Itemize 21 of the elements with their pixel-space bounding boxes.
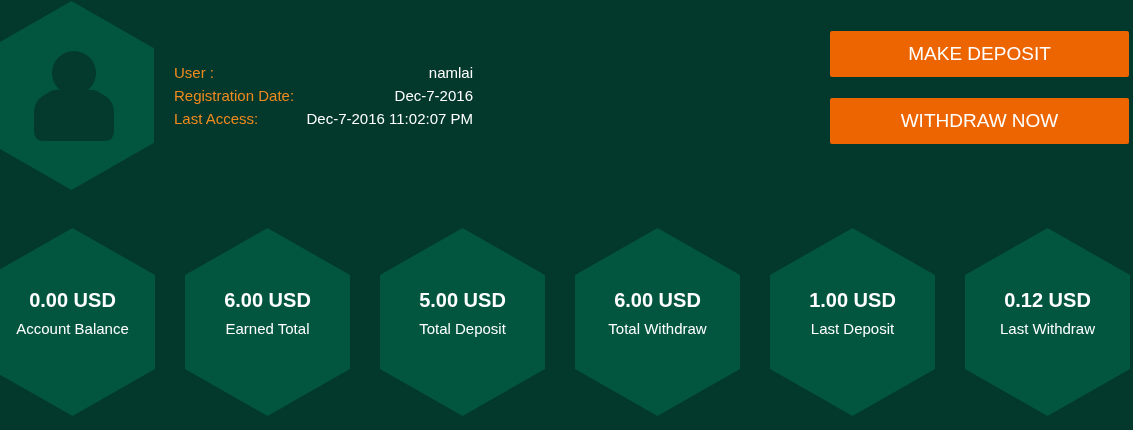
field-label: Registration Date: — [174, 86, 291, 106]
stat-label: Total Deposit — [419, 319, 506, 339]
stat-value: 1.00 USD — [809, 288, 896, 312]
field-label: Last Access: — [174, 109, 260, 129]
action-button[interactable]: MAKE DEPOSIT — [830, 31, 1129, 77]
field-value: Dec-7-2016 11:02:07 PM — [305, 109, 473, 129]
stat-value: 5.00 USD — [419, 288, 506, 312]
stat-label: Total Withdraw — [608, 319, 707, 339]
field-value: namlai — [427, 63, 473, 83]
stat-label: Last Withdraw — [999, 319, 1095, 339]
user-icon — [31, 50, 116, 143]
stat-label: Earned Total — [225, 319, 310, 339]
action-button[interactable]: WITHDRAW NOW — [830, 98, 1129, 144]
stat-value: 0.00 USD — [29, 288, 116, 312]
field-label: User : — [174, 63, 215, 83]
stat-value: 0.12 USD — [1004, 288, 1091, 312]
field-value: Dec-7-2016 — [393, 86, 473, 106]
stat-label: Last Deposit — [810, 319, 895, 339]
stat-label: Account Balance — [16, 319, 129, 339]
stat-value: 6.00 USD — [224, 288, 311, 312]
stat-value: 6.00 USD — [614, 288, 701, 312]
